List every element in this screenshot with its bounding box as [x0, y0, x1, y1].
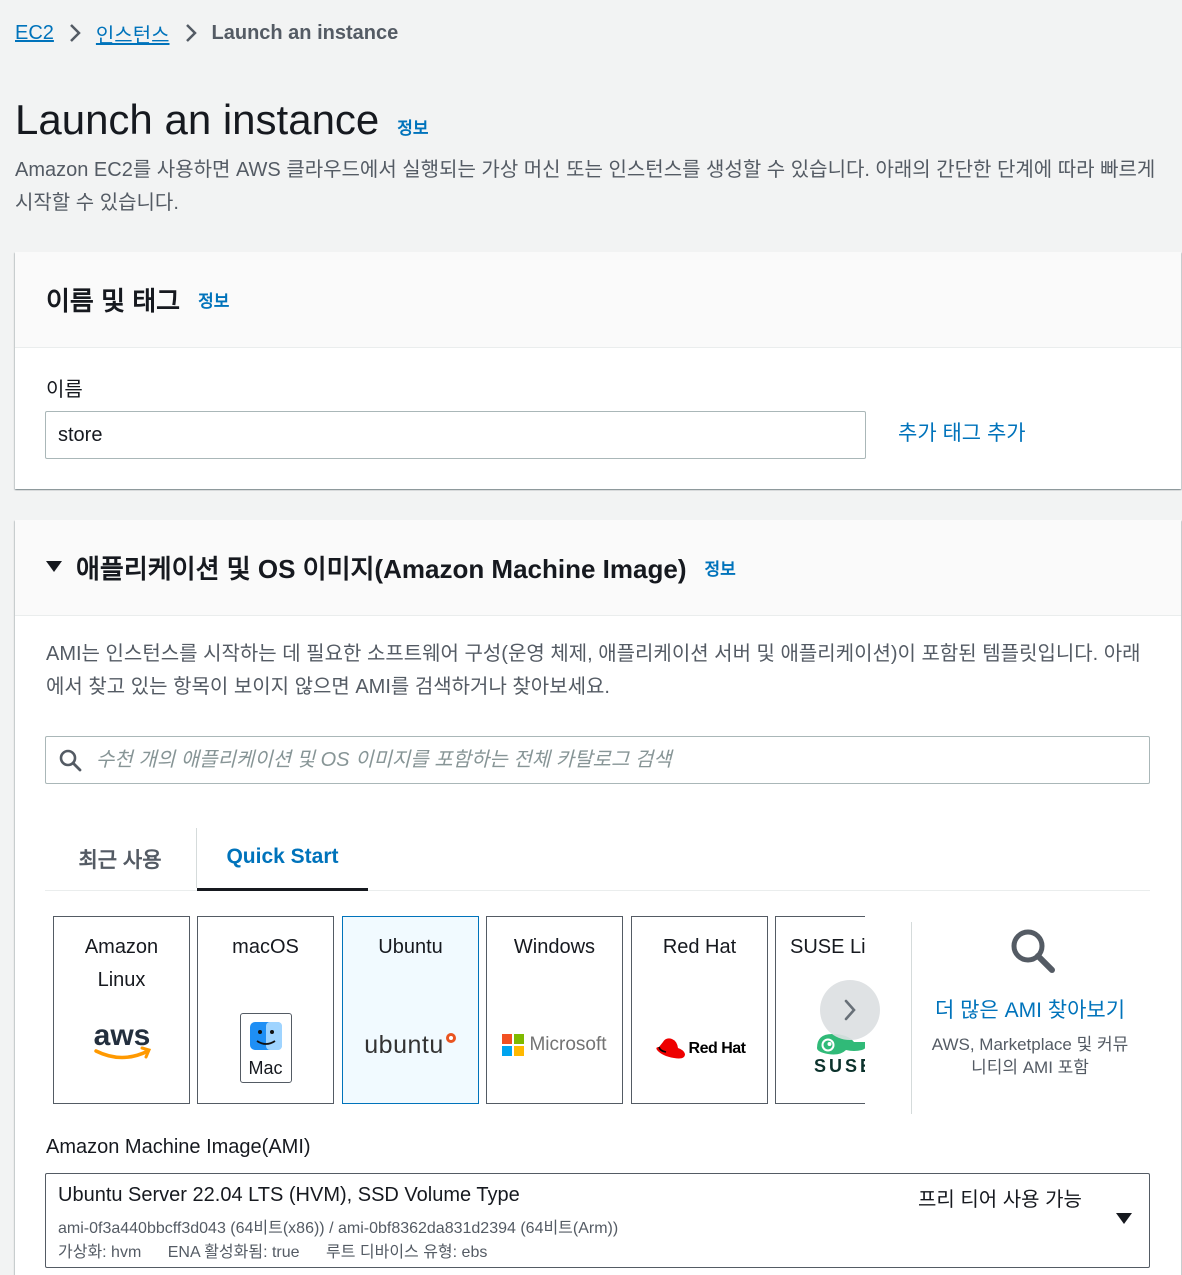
caret-down-icon[interactable]: [46, 556, 62, 579]
ami-search-input[interactable]: [96, 748, 1149, 772]
page-header: Launch an instance 정보: [15, 96, 429, 144]
search-icon: [1011, 929, 1055, 973]
browse-more-amis-link[interactable]: 더 많은 AMI 찾아보기: [925, 994, 1135, 1027]
os-card-label: Windows: [513, 936, 596, 958]
ami-tabs: 최근 사용 Quick Start: [45, 826, 1150, 891]
search-icon: [59, 749, 82, 772]
breadcrumb-ec2-link[interactable]: EC2: [15, 22, 54, 45]
tab-recent[interactable]: 최근 사용: [45, 826, 195, 891]
ubuntu-logo-text: ubuntu: [364, 1030, 444, 1059]
name-tags-panel: 이름 및 태그 정보 이름 store 추가 태그 추가: [15, 252, 1181, 489]
name-input[interactable]: store: [45, 411, 866, 459]
next-page-button[interactable]: [820, 980, 880, 1040]
ami-virtualization: 가상화: hvm: [58, 1244, 142, 1261]
caret-down-icon[interactable]: [1116, 1212, 1132, 1230]
info-link[interactable]: 정보: [397, 114, 428, 139]
chevron-right-icon: [68, 22, 82, 44]
panel-header[interactable]: 애플리케이션 및 OS 이미지(Amazon Machine Image) 정보: [15, 520, 1181, 616]
red-hat-logo-icon: Red Hat: [632, 1034, 767, 1064]
ami-name: Ubuntu Server 22.04 LTS (HVM), SSD Volum…: [58, 1184, 520, 1206]
browse-more-amis-subtitle: AWS, Marketplace 및 커뮤니티의 AMI 포함: [931, 1035, 1129, 1077]
os-card-label: macOS: [232, 936, 299, 958]
chevron-right-icon: [844, 999, 856, 1021]
add-tags-link[interactable]: 추가 태그 추가: [898, 417, 1026, 447]
panel-header: 이름 및 태그 정보: [15, 252, 1181, 348]
microsoft-logo-icon: Microsoft: [487, 1031, 622, 1059]
os-card-macos[interactable]: macOS Mac: [197, 916, 334, 1104]
chevron-right-icon: [184, 22, 198, 44]
red-hat-logo-text: Red Hat: [688, 1040, 746, 1057]
ubuntu-logo-icon: ubuntu: [343, 1029, 478, 1061]
panel-title: 이름 및 태그: [46, 286, 181, 316]
mac-finder-icon: Mac: [198, 1012, 333, 1084]
ami-description: AMI는 인스턴스를 시작하는 데 필요한 소프트웨어 구성(운영 체제, 애플…: [46, 643, 1141, 698]
ami-ids: ami-0f3a440bbcff3d043 (64비트(x86)) / ami-…: [58, 1220, 619, 1237]
tab-quick-start[interactable]: Quick Start: [197, 826, 368, 891]
info-link[interactable]: 정보: [198, 287, 229, 312]
breadcrumb-current: Launch an instance: [211, 21, 399, 44]
aws-logo-icon: aws: [54, 1017, 189, 1067]
breadcrumb: EC2 인스턴스 Launch an instance: [15, 18, 398, 48]
breadcrumb-instances-link[interactable]: 인스턴스: [96, 19, 170, 48]
ami-meta: 가상화: hvm ENA 활성화됨: true 루트 디바이스 유형: ebs: [58, 1238, 509, 1262]
divider: [911, 922, 912, 1114]
page-description: Amazon EC2를 사용하면 AWS 클라우드에서 실행되는 가상 머신 또…: [15, 159, 1156, 214]
os-card-label: Amazon Linux: [84, 936, 159, 991]
ami-search-field[interactable]: [45, 736, 1150, 784]
os-card-windows[interactable]: Windows Microsoft: [486, 916, 623, 1104]
mac-label: Mac: [248, 1058, 283, 1078]
microsoft-logo-text: Microsoft: [529, 1034, 607, 1055]
ami-panel: 애플리케이션 및 OS 이미지(Amazon Machine Image) 정보…: [15, 520, 1181, 1275]
os-card-strip: Amazon Linux aws macOS Mac Ubuntu ubuntu…: [53, 916, 865, 1106]
ami-ena: ENA 활성화됨: true: [167, 1244, 300, 1261]
name-label: 이름: [46, 379, 83, 401]
os-card-label: SUSE Linux: [790, 936, 865, 958]
ami-root-device: 루트 디바이스 유형: ebs: [326, 1244, 488, 1261]
page-title: Launch an instance: [15, 96, 380, 143]
os-card-label: Ubuntu: [378, 936, 443, 958]
info-link[interactable]: 정보: [705, 555, 736, 580]
ami-label: Amazon Machine Image(AMI): [46, 1136, 311, 1158]
panel-title: 애플리케이션 및 OS 이미지(Amazon Machine Image): [76, 554, 687, 584]
os-card-red-hat[interactable]: Red Hat Red Hat: [631, 916, 768, 1104]
os-card-amazon-linux[interactable]: Amazon Linux aws: [53, 916, 190, 1104]
free-tier-badge: 프리 티어 사용 가능: [918, 1189, 1082, 1211]
browse-more-amis[interactable]: 더 많은 AMI 찾아보기 AWS, Marketplace 및 커뮤니티의 A…: [925, 920, 1135, 1079]
os-card-ubuntu[interactable]: Ubuntu ubuntu: [342, 916, 479, 1104]
os-card-label: Red Hat: [662, 936, 737, 958]
suse-logo-text: SUSE: [814, 1055, 865, 1076]
ami-select[interactable]: Ubuntu Server 22.04 LTS (HVM), SSD Volum…: [45, 1173, 1150, 1268]
